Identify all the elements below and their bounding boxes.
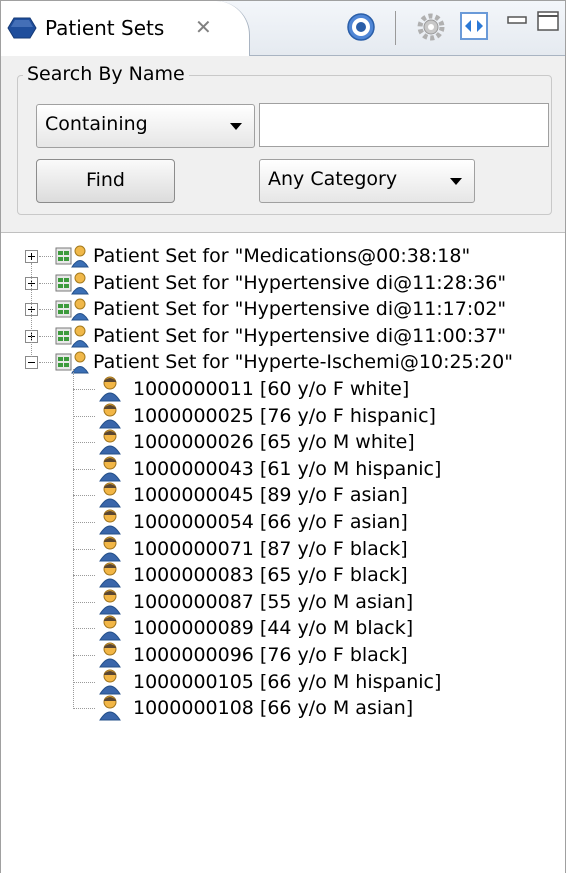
- tree-connector: [73, 468, 95, 470]
- patient-icon: [99, 403, 121, 429]
- tree-node-patient-set[interactable]: Patient Set for "Hypertensive di@11:00:3…: [1, 323, 561, 349]
- tree-node-patient[interactable]: 1000000087 [55 y/o M asian]: [1, 589, 561, 615]
- tree-connector: [39, 309, 53, 311]
- tree-connector: [73, 628, 95, 630]
- tree-node-patient[interactable]: 1000000045 [89 y/o F asian]: [1, 482, 561, 508]
- tree-connector: [39, 282, 53, 284]
- tree-node-patient-set[interactable]: Patient Set for "Hyperte-Ischemi@10:25:2…: [1, 349, 561, 375]
- patient-label: 1000000025 [76 y/o F hispanic]: [133, 404, 436, 427]
- chevron-down-icon: [450, 178, 462, 185]
- patient-label: 1000000096 [76 y/o F black]: [133, 644, 408, 666]
- tree-node-patient-set[interactable]: Patient Set for "Medications@00:38:18": [1, 243, 561, 269]
- patient-set-label: Patient Set for "Hypertensive di@11:00:3…: [93, 324, 507, 347]
- patient-icon: [99, 589, 121, 615]
- chevron-down-icon: [230, 123, 242, 130]
- patient-sets-view: Patient Sets ✕ Search By Name Containing…: [0, 0, 566, 873]
- patient-label: 1000000054 [66 y/o F asian]: [133, 511, 408, 533]
- tree-node-patient-set[interactable]: Patient Set for "Hypertensive di@11:28:3…: [1, 270, 561, 296]
- patient-label: 1000000045 [89 y/o F asian]: [133, 484, 408, 507]
- tree-node-patient[interactable]: 1000000025 [76 y/o F hispanic]: [1, 403, 561, 429]
- hexagon-icon: [7, 17, 37, 39]
- search-input[interactable]: [259, 103, 549, 147]
- patient-set-label: Patient Set for "Hyperte-Ischemi@10:25:2…: [93, 351, 513, 374]
- tree-node-patient[interactable]: 1000000071 [87 y/o F black]: [1, 536, 561, 562]
- minimize-icon[interactable]: [507, 13, 529, 27]
- tree-node-patient-set[interactable]: Patient Set for "Hypertensive di@11:17:0…: [1, 296, 561, 322]
- patient-label: 1000000026 [65 y/o M white]: [133, 431, 415, 454]
- patient-icon: [99, 429, 121, 455]
- link-with-editor-icon[interactable]: [459, 11, 489, 41]
- patient-icon: [99, 642, 121, 668]
- find-button-label: Find: [86, 169, 125, 191]
- tree-node-patient[interactable]: 1000000054 [66 y/o F asian]: [1, 509, 561, 535]
- find-button[interactable]: Find: [36, 159, 175, 203]
- patient-set-icon: [55, 325, 89, 348]
- match-mode-value: Containing: [45, 113, 148, 135]
- tree-connector: [73, 369, 74, 710]
- tree-connector: [73, 575, 95, 577]
- patient-icon: [99, 669, 121, 695]
- tree-connector: [73, 522, 95, 523]
- tree-node-patient[interactable]: 1000000083 [65 y/o F black]: [1, 562, 561, 588]
- patient-label: 1000000087 [55 y/o M asian]: [133, 590, 414, 613]
- patient-set-label: Patient Set for "Medications@00:38:18": [93, 245, 471, 267]
- tree-node-patient[interactable]: 1000000026 [65 y/o M white]: [1, 429, 561, 455]
- patient-icon: [99, 615, 121, 641]
- tree-connector: [73, 655, 95, 656]
- patient-icon: [99, 509, 121, 535]
- patient-icon: [99, 562, 121, 588]
- tree-connector: [73, 681, 95, 683]
- tree-node-patient[interactable]: 1000000011 [60 y/o F white]: [1, 376, 561, 402]
- patient-label: 1000000043 [61 y/o M hispanic]: [133, 457, 442, 480]
- tree-connector: [73, 548, 95, 550]
- tree-connector: [73, 708, 95, 710]
- tree-connector: [39, 335, 53, 337]
- help-icon[interactable]: [345, 11, 377, 43]
- patient-icon: [99, 376, 121, 402]
- patient-label: 1000000011 [60 y/o F white]: [133, 378, 410, 400]
- maximize-icon[interactable]: [537, 11, 561, 33]
- patient-set-tree: Patient Set for "Medications@00:38:18" Pa…: [1, 233, 565, 873]
- tree-connector: [73, 442, 95, 444]
- patient-set-icon: [55, 298, 89, 321]
- patient-icon: [99, 536, 121, 562]
- tree-connector: [31, 263, 32, 358]
- tree-node-patient[interactable]: 1000000089 [44 y/o M black]: [1, 615, 561, 641]
- tree-connector: [39, 256, 53, 257]
- patient-icon: [99, 456, 121, 482]
- patient-label: 1000000083 [65 y/o F black]: [133, 564, 408, 587]
- tree-node-patient[interactable]: 1000000108 [66 y/o M asian]: [1, 695, 561, 721]
- tree-connector: [39, 362, 53, 364]
- gear-icon[interactable]: [415, 11, 447, 43]
- tree-connector: [73, 389, 95, 390]
- patient-set-label: Patient Set for "Hypertensive di@11:17:0…: [93, 298, 507, 321]
- patient-label: 1000000105 [66 y/o M hispanic]: [133, 670, 442, 693]
- patient-set-icon: [55, 272, 89, 295]
- expand-icon[interactable]: [25, 250, 38, 263]
- tree-connector: [73, 415, 95, 417]
- toolbar-separator: [395, 11, 396, 45]
- patient-label: 1000000071 [87 y/o F black]: [133, 537, 408, 560]
- patient-set-label: Patient Set for "Hypertensive di@11:28:3…: [93, 271, 507, 294]
- tree-node-patient[interactable]: 1000000043 [61 y/o M hispanic]: [1, 456, 561, 482]
- category-value: Any Category: [268, 168, 398, 190]
- patient-set-icon: [55, 245, 89, 268]
- patient-label: 1000000108 [66 y/o M asian]: [133, 697, 414, 720]
- tree-node-patient[interactable]: 1000000105 [66 y/o M hispanic]: [1, 669, 561, 695]
- tree-node-patient[interactable]: 1000000096 [76 y/o F black]: [1, 642, 561, 668]
- search-group-title: Search By Name: [23, 63, 189, 85]
- collapse-icon[interactable]: [25, 356, 38, 370]
- patient-icon: [99, 695, 121, 721]
- match-mode-select[interactable]: Containing: [36, 104, 255, 148]
- view-tab-bar: Patient Sets ✕: [1, 1, 565, 56]
- category-select[interactable]: Any Category: [259, 159, 475, 203]
- patient-set-icon: [55, 351, 89, 374]
- tab-title: Patient Sets: [45, 16, 165, 40]
- patient-label: 1000000089 [44 y/o M black]: [133, 617, 414, 640]
- tree-connector: [73, 601, 95, 603]
- tree-connector: [73, 495, 95, 497]
- patient-icon: [99, 482, 121, 508]
- close-icon[interactable]: ✕: [195, 15, 212, 39]
- tab-patient-sets[interactable]: Patient Sets ✕: [1, 1, 250, 56]
